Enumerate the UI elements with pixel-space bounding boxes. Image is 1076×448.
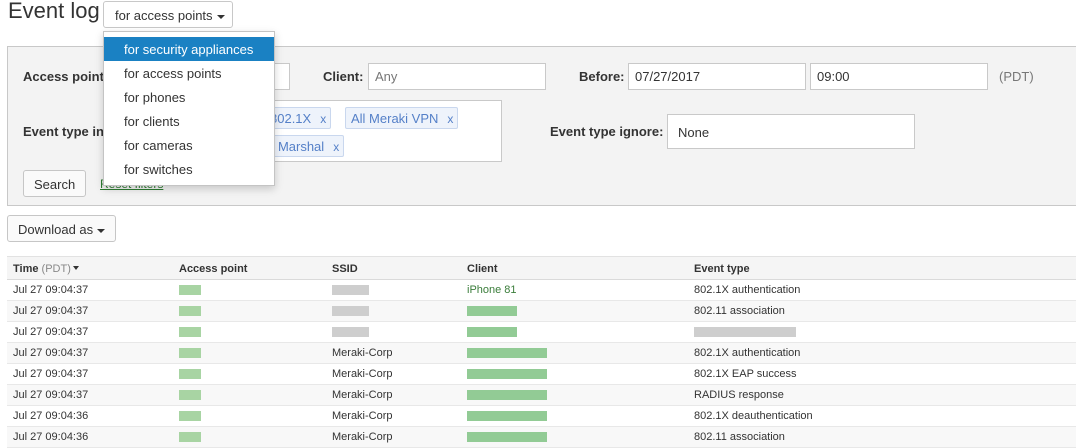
event-type-include-box[interactable]: 802.1X x All Meraki VPN x r Marshal x xyxy=(259,100,502,162)
download-as-button[interactable]: Download as xyxy=(7,215,116,242)
column-header-access-point[interactable]: Access point xyxy=(179,263,247,275)
cell-event-type: RADIUS response xyxy=(694,389,784,401)
redacted-client-link[interactable] xyxy=(467,348,547,358)
table-row: Jul 27 09:04:36 Meraki-Corp 802.1X deaut… xyxy=(7,406,1076,427)
cell-ssid: Meraki-Corp xyxy=(332,389,393,401)
cell-time: Jul 27 09:04:37 xyxy=(13,368,89,380)
redacted-access-point xyxy=(179,285,201,295)
redacted-ssid xyxy=(332,306,369,316)
redacted-ssid xyxy=(332,327,369,337)
menu-item-security-appliances[interactable]: for security appliances xyxy=(104,37,274,61)
table-row: Jul 27 09:04:37 iPhone 81 802.1X authent… xyxy=(7,280,1076,301)
redacted-ssid xyxy=(332,285,369,295)
table-row: Jul 27 09:04:36 Meraki-Corp 802.11 assoc… xyxy=(7,427,1076,448)
redacted-access-point xyxy=(179,390,201,400)
cell-time: Jul 27 09:04:37 xyxy=(13,347,89,359)
menu-item-access-points[interactable]: for access points xyxy=(104,61,274,85)
cell-ssid: Meraki-Corp xyxy=(332,410,393,422)
timezone-label: (PDT) xyxy=(999,69,1034,84)
include-tag[interactable]: All Meraki VPN x xyxy=(345,107,459,129)
table-row: Jul 27 09:04:37 802.11 association xyxy=(7,301,1076,322)
remove-tag-icon[interactable]: x xyxy=(320,112,326,126)
cell-ssid: Meraki-Corp xyxy=(332,431,393,443)
device-type-dropdown-label: for access points xyxy=(115,8,213,23)
caret-down-icon xyxy=(97,228,106,233)
cell-event-type: 802.1X authentication xyxy=(694,347,801,359)
cell-time: Jul 27 09:04:37 xyxy=(13,284,89,296)
client-label: Client: xyxy=(323,69,364,84)
include-tag-label: r Marshal xyxy=(270,139,325,154)
menu-item-cameras[interactable]: for cameras xyxy=(104,133,274,157)
before-time-input[interactable]: 09:00 xyxy=(810,63,988,90)
cell-event-type: 802.11 association xyxy=(694,305,785,317)
include-tag[interactable]: r Marshal x xyxy=(264,135,345,157)
client-input[interactable]: Any xyxy=(368,63,546,90)
before-date-input[interactable]: 07/27/2017 xyxy=(628,63,806,90)
download-as-label: Download as xyxy=(18,222,94,237)
cell-time: Jul 27 09:04:37 xyxy=(13,305,89,317)
redacted-access-point xyxy=(179,411,201,421)
menu-item-switches[interactable]: for switches xyxy=(104,157,274,181)
column-header-ssid[interactable]: SSID xyxy=(332,263,358,275)
redacted-access-point xyxy=(179,306,201,316)
cell-event-type: 802.11 association xyxy=(694,431,785,443)
column-header-client[interactable]: Client xyxy=(467,263,498,275)
table-header: Time (PDT) Access point SSID Client Even… xyxy=(7,256,1076,280)
redacted-access-point xyxy=(179,327,201,337)
caret-down-icon xyxy=(216,14,225,19)
include-tag-label: All Meraki VPN xyxy=(351,111,439,126)
menu-item-phones[interactable]: for phones xyxy=(104,85,274,109)
table-row: Jul 27 09:04:37 Meraki-Corp 802.1X EAP s… xyxy=(7,364,1076,385)
table-row: Jul 27 09:04:37 xyxy=(7,322,1076,343)
cell-client-link[interactable]: iPhone 81 xyxy=(467,284,517,296)
redacted-client-link[interactable] xyxy=(467,369,547,379)
event-type-ignore-label: Event type ignore: xyxy=(550,124,664,139)
cell-time: Jul 27 09:04:37 xyxy=(13,326,89,338)
include-tag-label: 802.1X xyxy=(270,111,312,126)
redacted-access-point xyxy=(179,348,201,358)
column-header-time-unit: (PDT) xyxy=(41,263,71,275)
before-label: Before: xyxy=(579,69,625,84)
table-row: Jul 27 09:04:37 Meraki-Corp 802.1X authe… xyxy=(7,343,1076,364)
cell-event-type: 802.1X EAP success xyxy=(694,368,797,380)
table-row: Jul 27 09:04:37 Meraki-Corp RADIUS respo… xyxy=(7,385,1076,406)
redacted-client-link[interactable] xyxy=(467,411,547,421)
cell-time: Jul 27 09:04:36 xyxy=(13,410,89,422)
column-header-event-type[interactable]: Event type xyxy=(694,263,750,275)
redacted-client-link[interactable] xyxy=(467,327,517,337)
redacted-client-link[interactable] xyxy=(467,390,547,400)
redacted-client-link[interactable] xyxy=(467,306,517,316)
search-button[interactable]: Search xyxy=(23,170,86,197)
column-header-time-label: Time xyxy=(13,263,39,275)
redacted-event-type xyxy=(694,327,796,337)
event-type-include-label: Event type in xyxy=(23,124,104,139)
cell-event-type: 802.1X deauthentication xyxy=(694,410,813,422)
page-title: Event log xyxy=(8,0,100,23)
redacted-access-point xyxy=(179,432,201,442)
cell-event-type: 802.1X authentication xyxy=(694,284,801,296)
remove-tag-icon[interactable]: x xyxy=(447,112,453,126)
cell-ssid: Meraki-Corp xyxy=(332,347,393,359)
device-type-dropdown-button[interactable]: for access points xyxy=(103,1,233,28)
cell-time: Jul 27 09:04:36 xyxy=(13,431,89,443)
redacted-access-point xyxy=(179,369,201,379)
remove-tag-icon[interactable]: x xyxy=(333,140,339,154)
sort-desc-icon xyxy=(72,266,79,270)
cell-time: Jul 27 09:04:37 xyxy=(13,389,89,401)
event-type-ignore-input[interactable]: None xyxy=(667,114,915,149)
menu-item-clients[interactable]: for clients xyxy=(104,109,274,133)
redacted-client-link[interactable] xyxy=(467,432,547,442)
access-point-label: Access point xyxy=(23,69,104,84)
column-header-time[interactable]: Time (PDT) xyxy=(13,263,79,275)
cell-ssid: Meraki-Corp xyxy=(332,368,393,380)
device-type-dropdown-menu: for security appliances for access point… xyxy=(103,31,275,186)
